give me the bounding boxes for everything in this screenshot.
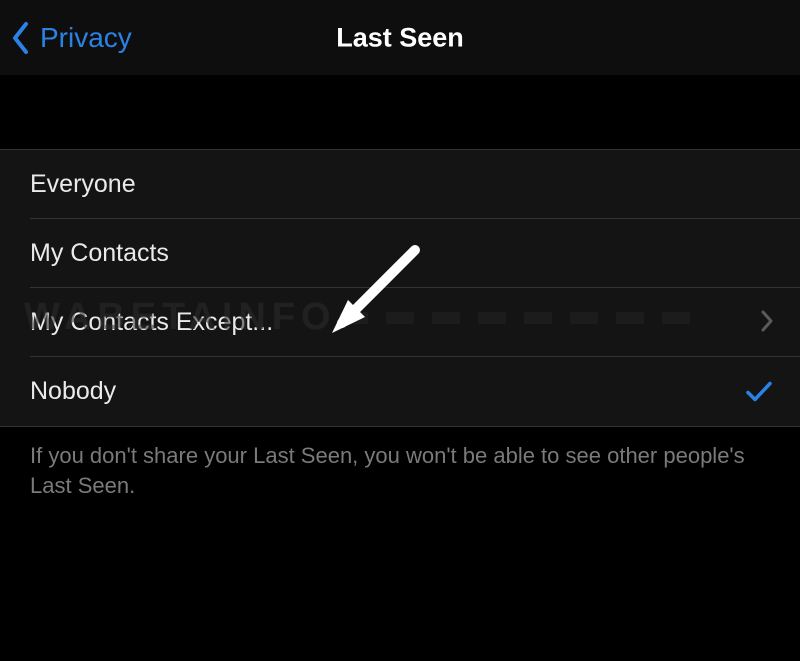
option-label: My Contacts Except...: [30, 308, 273, 337]
option-everyone[interactable]: Everyone: [0, 150, 800, 219]
back-label: Privacy: [40, 22, 132, 54]
options-list: Everyone My Contacts My Contacts Except.…: [0, 149, 800, 427]
back-button[interactable]: Privacy: [10, 21, 132, 55]
option-my-contacts[interactable]: My Contacts: [0, 219, 800, 288]
chevron-right-icon: [760, 306, 774, 340]
footer-note: If you don't share your Last Seen, you w…: [0, 427, 800, 514]
spacer: [0, 75, 800, 149]
option-nobody[interactable]: Nobody: [0, 357, 800, 426]
option-label: My Contacts: [30, 239, 169, 268]
option-my-contacts-except[interactable]: My Contacts Except...: [0, 288, 800, 357]
option-label: Nobody: [30, 377, 116, 406]
checkmark-icon: [746, 373, 772, 410]
chevron-left-icon: [10, 21, 30, 55]
page-title: Last Seen: [336, 22, 464, 53]
navigation-bar: Privacy Last Seen: [0, 0, 800, 75]
option-label: Everyone: [30, 170, 136, 199]
